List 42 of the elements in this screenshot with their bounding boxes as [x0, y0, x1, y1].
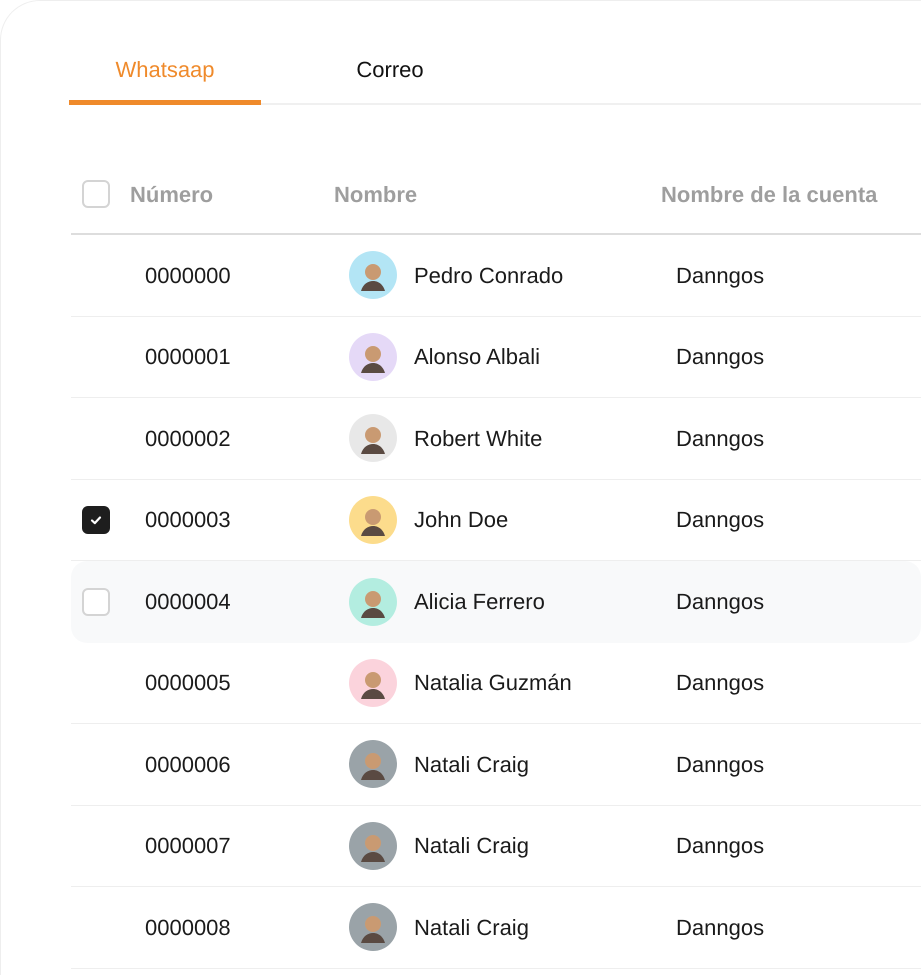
table-cell-text: 0000007 [145, 832, 232, 860]
table-row[interactable]: 0000008 Natali Craig Danngos [71, 887, 921, 968]
table-row[interactable]: 0000006 Natali Craig Danngos [71, 724, 921, 806]
table-row[interactable]: 0000000 Pedro Conrado Danngos [71, 235, 921, 316]
table-cell-text: Danngos [676, 588, 764, 616]
checkbox[interactable] [82, 588, 110, 616]
table-cell-text: Natalia Guzmán [414, 669, 572, 698]
table-row[interactable]: 0000007 Natali Craig Danngos [71, 806, 921, 887]
table-row[interactable]: 0000002 Robert White Danngos [71, 398, 921, 480]
table-row[interactable]: 0000001 Alonso Albali Danngos [71, 316, 921, 398]
table-row[interactable]: 0000004 Alicia Ferrero Danngos [71, 561, 921, 642]
table-cell-text: Pedro Conrado [414, 262, 564, 290]
checkbox[interactable] [82, 506, 110, 534]
table-cell-text: 0000005 [145, 669, 232, 698]
table-cell-text: 0000003 [145, 506, 232, 534]
table-cell-text: 0000004 [145, 588, 232, 616]
table-cell-text: Natali Craig [414, 914, 529, 942]
table-row[interactable]: 0000005 Natalia Guzmán Danngos [71, 642, 921, 724]
table-cell-text: Natali Craig [414, 750, 529, 779]
table-cell-text: Natali Craig [414, 832, 529, 860]
table-cell-text: Alicia Ferrero [414, 588, 545, 616]
table-cell-text: Danngos [676, 424, 764, 453]
table-cell-text: Danngos [676, 506, 764, 534]
column-header: Nombre de la cuenta [661, 180, 878, 208]
tab[interactable]: Correo [261, 47, 519, 105]
table-cell-text: John Doe [414, 506, 508, 534]
table-cell-text: 0000006 [145, 750, 232, 779]
column-header: Nombre [334, 180, 418, 208]
table-cell-text: Robert White [414, 424, 542, 453]
table-cell-text: 0000002 [145, 424, 232, 453]
table-cell-text: 0000001 [145, 343, 232, 372]
table-cell-text: Danngos [676, 669, 764, 698]
table-cell-text: Alonso Albali [414, 343, 540, 372]
table-cell-text: 0000000 [145, 262, 232, 290]
table-cell-text: Danngos [676, 343, 764, 372]
table-cell-text: 0000008 [145, 914, 232, 942]
column-header: Número [130, 180, 214, 208]
table-cell-text: Danngos [676, 750, 764, 779]
table-cell-text: Danngos [676, 914, 764, 942]
checkbox[interactable] [82, 180, 110, 208]
table-cell-text: Danngos [676, 262, 764, 290]
table-cell-text: Danngos [676, 832, 764, 860]
